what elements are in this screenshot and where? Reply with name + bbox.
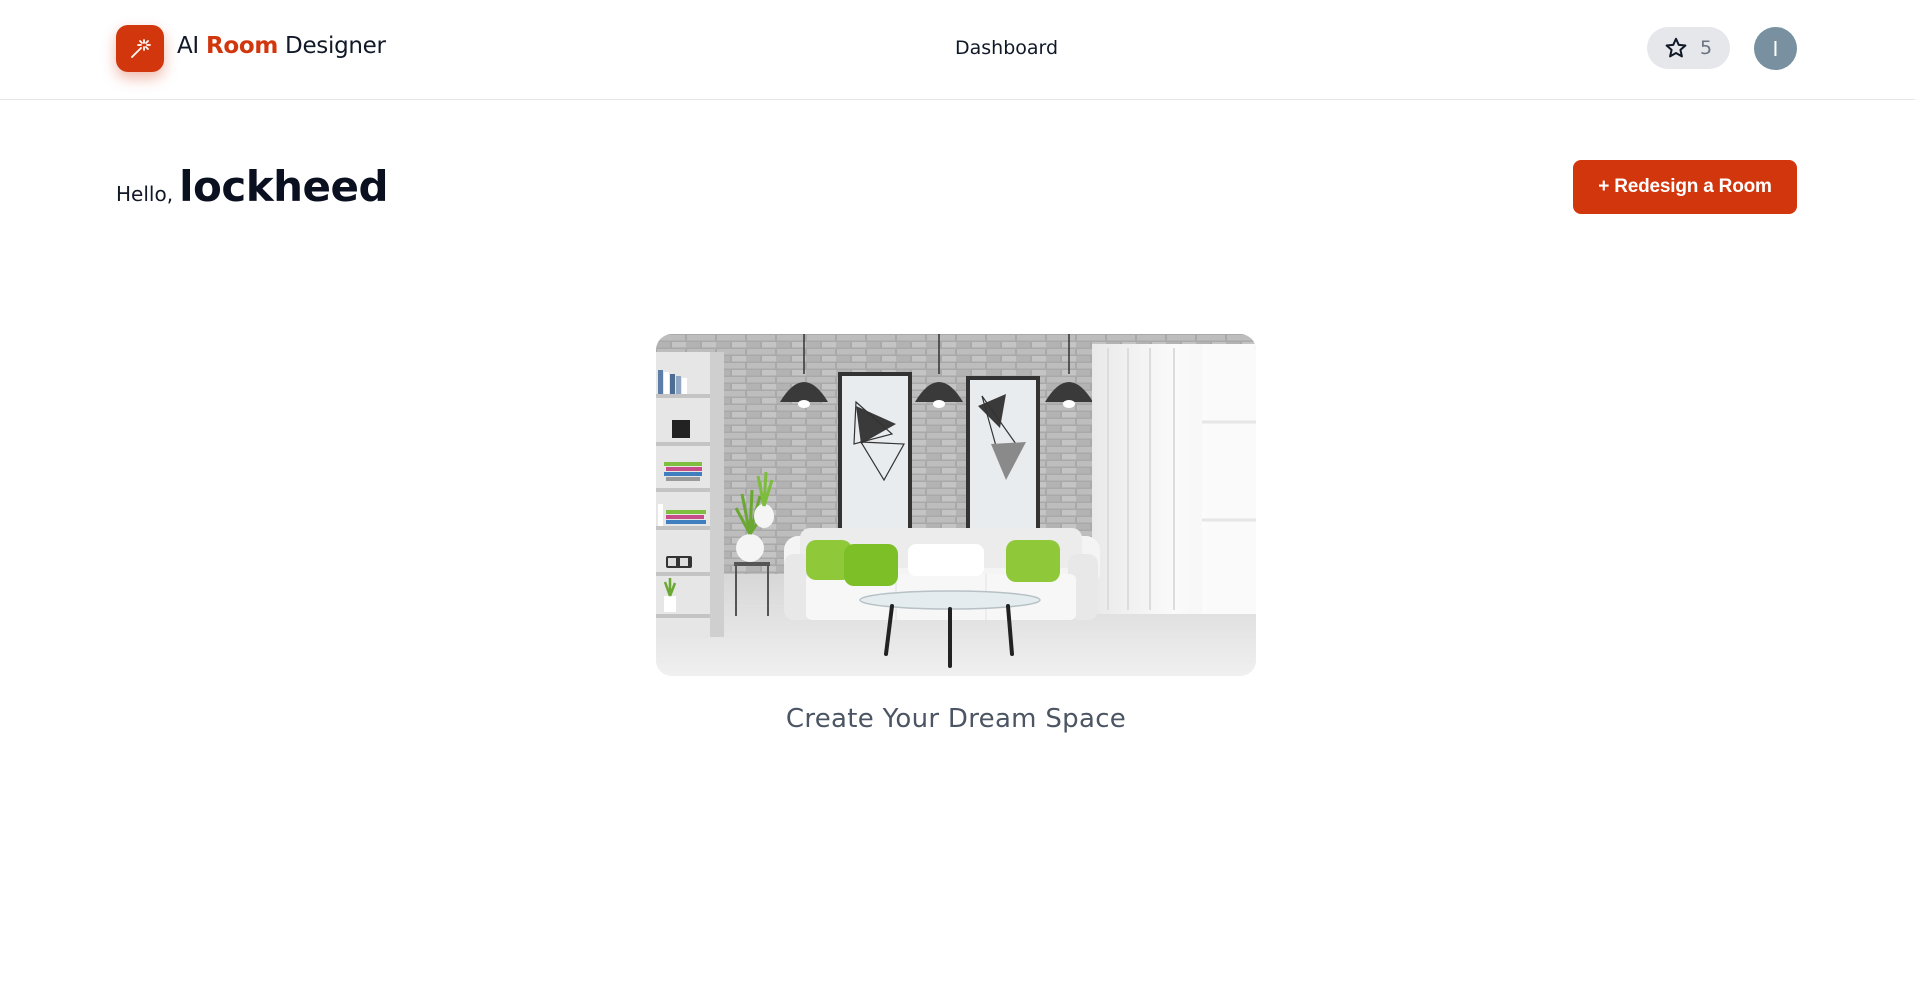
magic-wand-icon	[131, 38, 151, 58]
credits-badge[interactable]: 5	[1647, 27, 1730, 69]
credits-count: 5	[1700, 37, 1713, 59]
brand-name[interactable]: AI Room Designer	[177, 33, 386, 59]
avatar-initial: I	[1772, 36, 1779, 61]
hero-room-illustration	[656, 334, 1256, 676]
hero-caption: Create Your Dream Space	[785, 704, 1127, 734]
brand-prefix: AI	[177, 33, 199, 59]
redesign-room-button[interactable]: + Redesign a Room	[1573, 160, 1797, 214]
nav-dashboard-link[interactable]: Dashboard	[955, 37, 1058, 59]
brand-suffix: Designer	[285, 33, 386, 59]
greeting: Hello, lockheed	[116, 162, 389, 211]
top-navbar: AI Room Designer Dashboard 5 I	[0, 0, 1915, 100]
brand-accent: Room	[205, 33, 279, 59]
user-avatar[interactable]: I	[1754, 27, 1797, 70]
greeting-hello: Hello,	[116, 182, 174, 206]
living-room-illustration	[656, 334, 1256, 676]
star-icon	[1665, 37, 1687, 58]
greeting-username: lockheed	[179, 162, 389, 211]
logo-badge[interactable]	[116, 25, 164, 72]
